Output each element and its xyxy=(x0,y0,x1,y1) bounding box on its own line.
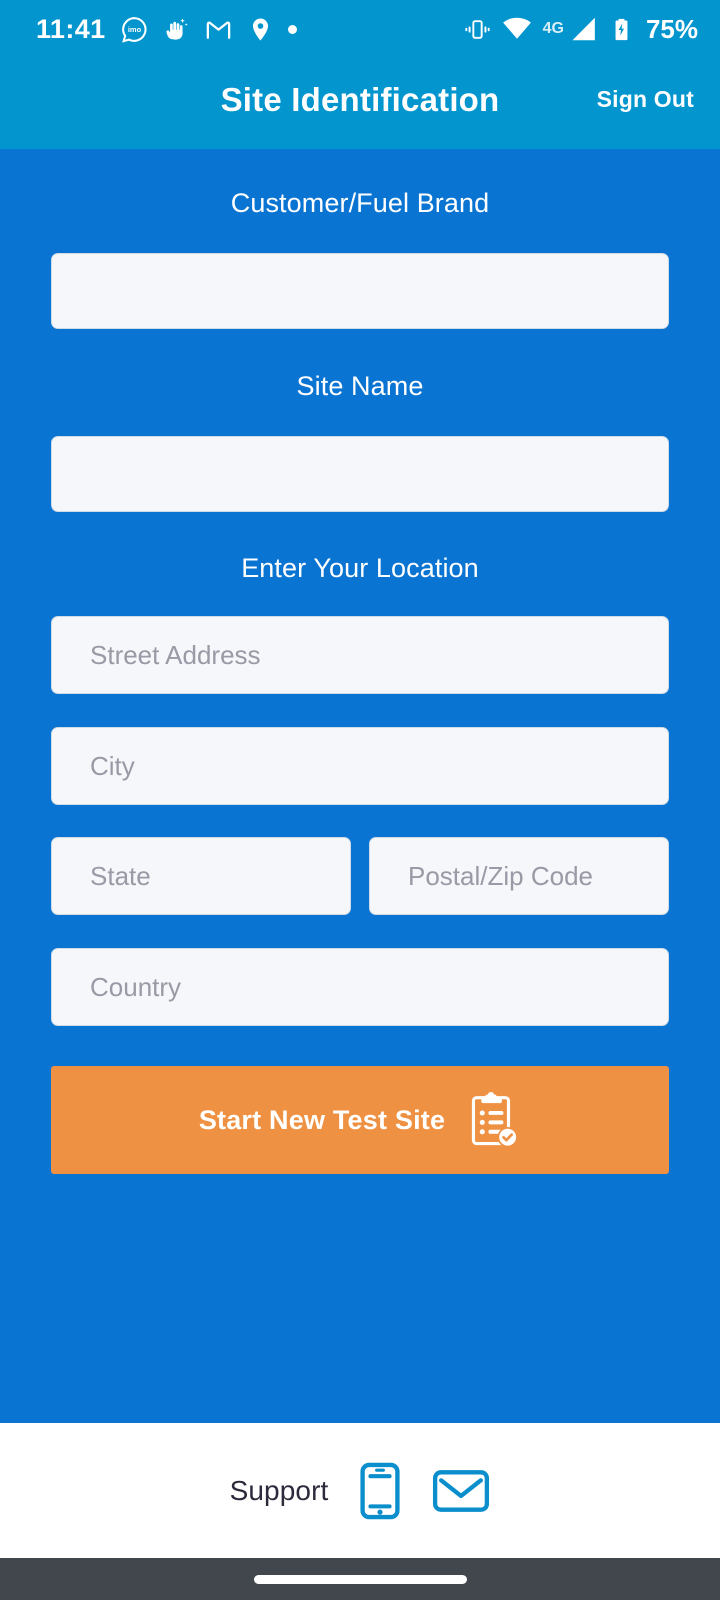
site-identification-form: Customer/Fuel Brand Site Name Enter Your… xyxy=(0,149,720,1423)
street-address-input[interactable] xyxy=(51,616,669,694)
status-bar-right: 4G 75% xyxy=(464,14,698,44)
support-phone-button[interactable] xyxy=(358,1462,402,1520)
sign-out-button[interactable]: Sign Out xyxy=(597,86,694,113)
title-bar: Site Identification Sign Out xyxy=(0,58,720,149)
imo-icon: imo xyxy=(120,15,149,44)
site-name-input[interactable] xyxy=(51,436,669,512)
svg-text:imo: imo xyxy=(127,25,141,34)
status-bar: 11:41 imo 4G 75% xyxy=(0,0,720,58)
app-bar: 11:41 imo 4G 75% Site Identification Sig… xyxy=(0,0,720,149)
battery-percent-label: 75% xyxy=(645,14,698,44)
gmail-icon xyxy=(204,15,233,44)
support-label: Support xyxy=(229,1474,329,1506)
hand-sparkle-icon xyxy=(163,16,190,43)
customer-brand-input[interactable] xyxy=(51,253,669,329)
support-footer: Support xyxy=(0,1423,720,1558)
postal-code-input[interactable] xyxy=(369,837,669,915)
location-section-label: Enter Your Location xyxy=(241,553,479,583)
customer-brand-label: Customer/Fuel Brand xyxy=(230,188,490,218)
dot-icon xyxy=(287,24,297,34)
app-screen: 11:41 imo 4G 75% Site Identification Sig… xyxy=(0,0,720,1600)
clipboard-check-icon xyxy=(467,1091,521,1149)
envelope-icon xyxy=(432,1469,490,1517)
state-input[interactable] xyxy=(51,837,351,915)
network-type-label: 4G xyxy=(542,20,564,37)
state-postal-row xyxy=(51,837,669,915)
site-name-label: Site Name xyxy=(296,371,424,401)
start-new-test-site-button[interactable]: Start New Test Site xyxy=(51,1066,669,1174)
support-email-button[interactable] xyxy=(432,1468,490,1514)
system-navigation-bar xyxy=(0,1558,720,1600)
country-input[interactable] xyxy=(51,948,669,1026)
status-clock: 11:41 xyxy=(36,13,106,44)
home-gesture-pill[interactable] xyxy=(253,1574,467,1584)
signal-bars-icon xyxy=(571,16,598,43)
start-new-test-site-label: Start New Test Site xyxy=(198,1104,446,1135)
location-pin-icon xyxy=(247,16,274,43)
status-bar-left: 11:41 imo xyxy=(36,15,297,44)
city-input[interactable] xyxy=(51,727,669,805)
mobile-phone-icon xyxy=(358,1462,402,1523)
battery-charging-icon xyxy=(609,17,634,42)
vibrate-icon xyxy=(464,16,491,43)
wifi-icon xyxy=(502,14,532,44)
